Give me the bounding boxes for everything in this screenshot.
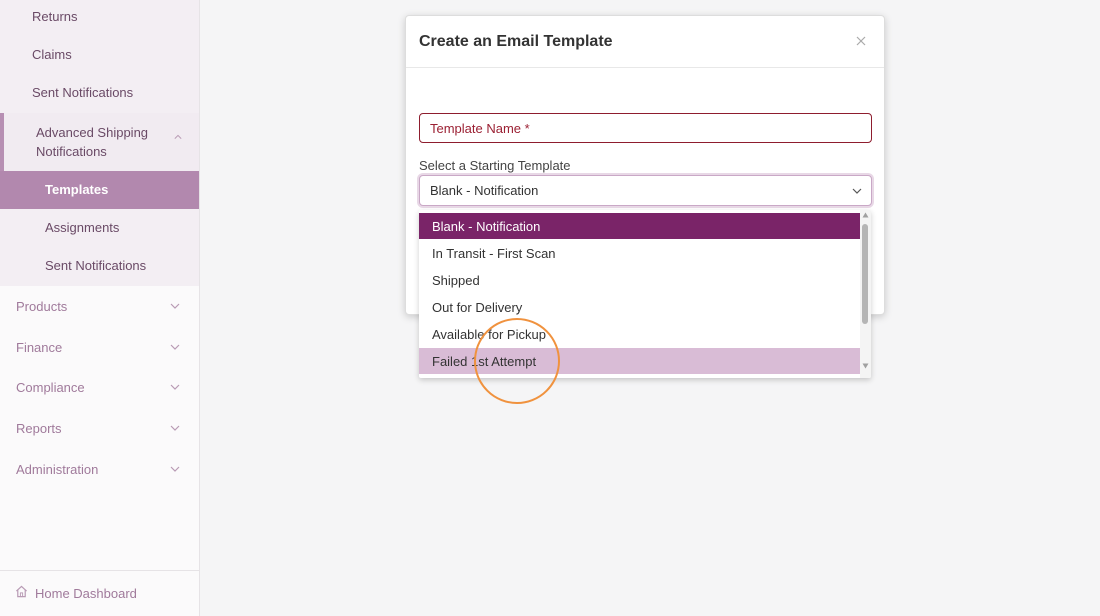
sidebar-subgroup: Returns Claims Sent Notifications Advanc… bbox=[0, 0, 199, 286]
dropdown-option[interactable]: Blank - Notification bbox=[419, 213, 860, 239]
chevron-down-icon bbox=[170, 303, 180, 309]
scroll-down-arrow-icon[interactable] bbox=[862, 363, 869, 369]
option-label: In Transit - First Scan bbox=[432, 246, 556, 261]
dropdown-option[interactable]: Shipped bbox=[419, 267, 860, 293]
sidebar-item-sent-notifications[interactable]: Sent Notifications bbox=[32, 85, 133, 100]
sidebar-item-asn-sent-notifications[interactable]: Sent Notifications bbox=[45, 258, 146, 273]
sidebar-item-advanced-shipping-notifications[interactable]: Advanced Shipping Notifications bbox=[0, 113, 199, 171]
sidebar-item-claims[interactable]: Claims bbox=[32, 47, 72, 62]
dropdown-scrollbar[interactable] bbox=[860, 210, 871, 378]
option-label: Blank - Notification bbox=[432, 219, 541, 234]
sidebar-item-returns[interactable]: Returns bbox=[32, 9, 78, 24]
sidebar-item-templates[interactable]: Templates bbox=[0, 171, 199, 209]
sidebar-item-finance[interactable]: Finance bbox=[0, 327, 199, 367]
close-icon[interactable] bbox=[855, 35, 867, 47]
scroll-up-arrow-icon[interactable] bbox=[862, 212, 869, 218]
sidebar-item-label: Products bbox=[16, 299, 68, 314]
sidebar-item-label: Administration bbox=[16, 462, 99, 477]
starting-template-dropdown: Blank - Notification In Transit - First … bbox=[419, 210, 871, 378]
sidebar-item-label: Advanced Shipping Notifications bbox=[36, 125, 149, 159]
modal-title: Create an Email Template bbox=[419, 33, 613, 50]
sidebar-item-products[interactable]: Products bbox=[0, 286, 199, 326]
chevron-down-icon bbox=[170, 384, 180, 390]
home-icon bbox=[15, 585, 28, 598]
starting-template-value: Blank - Notification bbox=[430, 183, 539, 198]
sidebar-item-assignments[interactable]: Assignments bbox=[45, 220, 119, 235]
sidebar-item-label: Templates bbox=[45, 182, 109, 197]
starting-template-label: Select a Starting Template bbox=[419, 158, 571, 173]
dropdown-option[interactable]: Out for Delivery bbox=[419, 294, 860, 320]
chevron-down-icon bbox=[170, 344, 180, 350]
sidebar-item-administration[interactable]: Administration bbox=[0, 449, 199, 489]
chevron-up-icon bbox=[174, 134, 182, 139]
template-name-placeholder: Template Name * bbox=[430, 121, 530, 136]
option-label: Shipped bbox=[432, 273, 480, 288]
dropdown-option[interactable]: Failed 1st Attempt bbox=[419, 348, 860, 374]
sidebar: Returns Claims Sent Notifications Advanc… bbox=[0, 0, 200, 616]
chevron-down-icon bbox=[852, 188, 862, 194]
option-label: Failed 1st Attempt bbox=[432, 354, 537, 369]
home-dashboard-link[interactable]: Home Dashboard bbox=[0, 570, 199, 616]
starting-template-select[interactable]: Blank - Notification bbox=[419, 175, 872, 206]
template-name-input[interactable]: Template Name * bbox=[419, 113, 872, 143]
dropdown-option[interactable]: Available for Pickup bbox=[419, 321, 860, 347]
modal-header: Create an Email Template bbox=[406, 16, 884, 68]
option-label: Out for Delivery bbox=[432, 300, 523, 315]
option-label: Available for Pickup bbox=[432, 327, 546, 342]
home-dashboard-label: Home Dashboard bbox=[35, 586, 137, 601]
sidebar-item-label: Compliance bbox=[16, 380, 85, 395]
chevron-down-icon bbox=[170, 466, 180, 472]
sidebar-item-reports[interactable]: Reports bbox=[0, 408, 199, 448]
sidebar-item-label: Reports bbox=[16, 421, 62, 436]
chevron-down-icon bbox=[170, 425, 180, 431]
sidebar-item-label: Finance bbox=[16, 340, 63, 355]
scrollbar-thumb[interactable] bbox=[862, 224, 868, 324]
dropdown-option[interactable]: In Transit - First Scan bbox=[419, 240, 860, 266]
sidebar-item-compliance[interactable]: Compliance bbox=[0, 367, 199, 407]
